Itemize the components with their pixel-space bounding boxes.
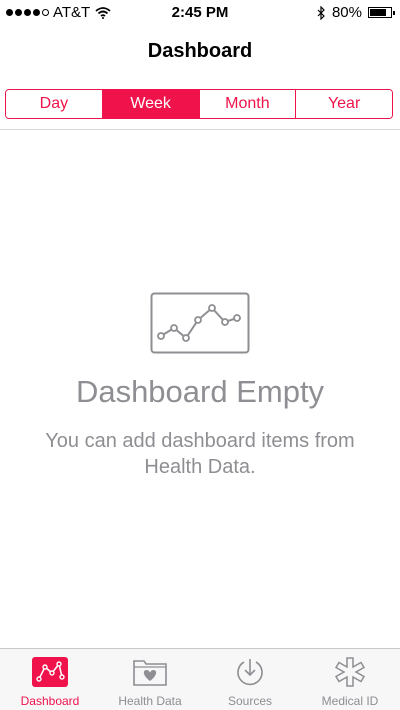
tab-label-dashboard: Dashboard [20,694,80,708]
sources-icon [237,659,263,686]
time-range-segmented-control: Day Week Month Year [5,89,393,119]
battery-percent: 80% [331,4,362,21]
segment-day[interactable]: Day [6,90,103,118]
line-chart-icon [150,292,250,354]
tab-label-medical-id: Medical ID [321,694,379,708]
segment-month[interactable]: Month [199,90,297,118]
segment-year[interactable]: Year [296,90,392,118]
empty-state-description: You can add dashboard items from Health … [45,430,355,478]
tab-health-data[interactable]: Health Data [100,649,200,710]
tab-label-sources: Sources [227,694,273,708]
tab-medical-id[interactable]: Medical ID [300,649,400,710]
status-right: 80% [317,4,395,21]
nav-divider [0,129,400,130]
health-data-folder-icon [133,660,167,686]
tab-sources[interactable]: Sources [200,649,300,710]
battery-fill [370,9,386,16]
medical-id-icon [334,657,366,687]
tab-dashboard[interactable]: Dashboard [0,649,100,710]
battery-icon [368,7,395,18]
status-bar: AT&T 2:45 PM 80% [0,0,400,26]
empty-state-title: Dashboard Empty [75,374,325,409]
page-title: Dashboard [147,40,253,62]
tab-label-health-data: Health Data [118,694,182,708]
tab-bar: Dashboard Health Data Sources Medical ID [0,648,400,710]
bluetooth-icon [317,5,325,20]
dashboard-icon [32,657,68,687]
segment-week[interactable]: Week [102,90,200,118]
